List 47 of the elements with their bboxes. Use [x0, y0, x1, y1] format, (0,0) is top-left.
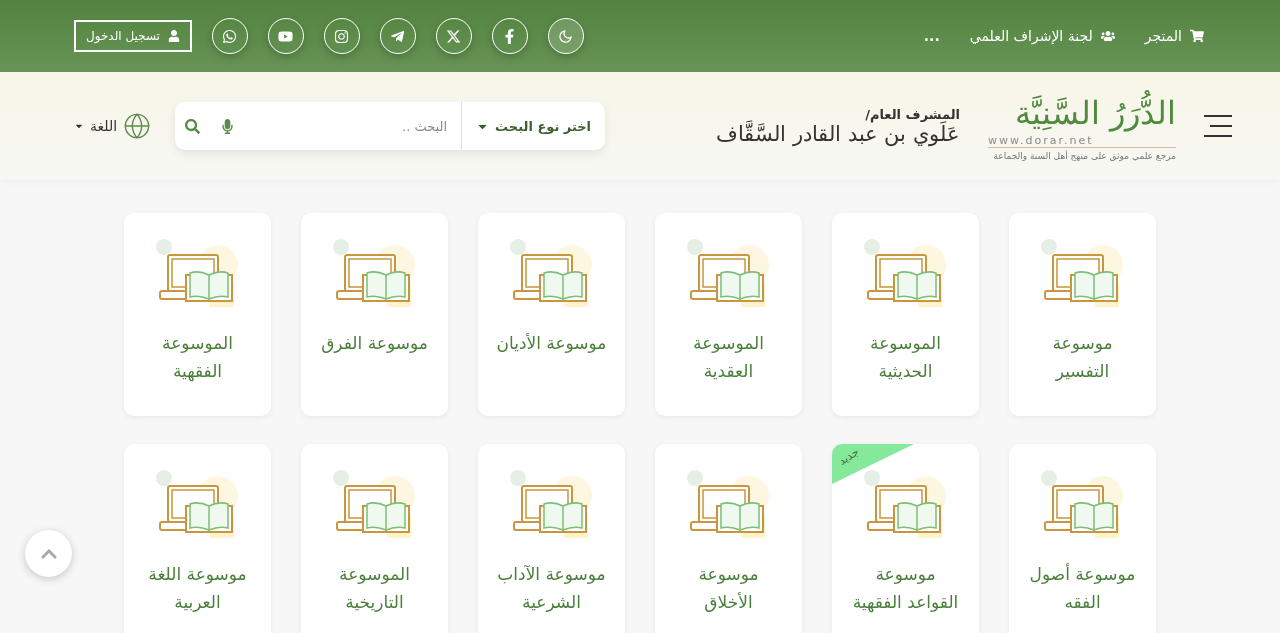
card-title: موسوعة الأخلاق: [697, 563, 760, 614]
encyclopedia-card[interactable]: الموسوعة الفقهية: [124, 213, 271, 416]
card-title: الموسوعة التاريخية: [338, 563, 411, 614]
microphone-icon: [220, 118, 236, 134]
card-title: موسوعة الأديان: [496, 332, 607, 355]
encyclopedia-card[interactable]: موسوعة الأديان: [478, 213, 625, 416]
logo-tagline: مرجع علمي موثق على منهج أهل السنة والجماعة: [993, 150, 1176, 161]
card-title: موسوعة أصول الفقه: [1028, 562, 1137, 614]
new-label: جديد: [836, 445, 862, 468]
committee-link[interactable]: لجنة الإشراف العلمي: [969, 28, 1115, 44]
encyclopedia-card[interactable]: الموسوعة العقدية: [655, 213, 802, 416]
encyclopedia-card[interactable]: موسوعة التفسير: [1009, 213, 1156, 416]
dark-mode-button[interactable]: [547, 18, 584, 54]
card-title: موسوعة التفسير: [1051, 332, 1114, 383]
menu-button[interactable]: [1204, 115, 1232, 137]
supervisor-label: المشرف العام/: [865, 106, 960, 122]
card-title: موسوعة اللغة العربية: [147, 563, 248, 614]
card-title: الموسوعة العقدية: [692, 332, 765, 383]
whatsapp-icon: [222, 28, 238, 44]
store-link[interactable]: المتجر: [1144, 28, 1204, 44]
x-icon: [446, 28, 462, 44]
site-logo: الدُّرَرُ السَّنِيَّة: [1014, 91, 1176, 134]
card-title: موسوعة القواعد الفقهية: [851, 563, 960, 615]
card-title: الموسوعة الحديثية: [869, 332, 942, 383]
search-icon: [185, 118, 201, 134]
encyclopedia-card[interactable]: موسوعة أصول الفقه: [1009, 444, 1156, 633]
moon-icon: [558, 28, 574, 44]
encyclopedia-card[interactable]: موسوعة الآداب الشرعية: [478, 444, 625, 633]
language-dropdown[interactable]: اللغة: [74, 112, 152, 140]
logo-url: www.dorar.net: [988, 133, 1176, 148]
encyclopedia-card[interactable]: الموسوعة الحديثية: [832, 213, 979, 416]
encyclopedia-card[interactable]: موسوعة الأخلاق: [655, 444, 802, 633]
users-icon: [1100, 29, 1115, 43]
card-title: موسوعة الفرق: [321, 332, 428, 355]
card-title: موسوعة الآداب الشرعية: [496, 563, 607, 614]
encyclopedia-card[interactable]: موسوعة الفرق: [301, 213, 448, 416]
encyclopedia-card[interactable]: الموسوعة التاريخية: [301, 444, 448, 633]
more-menu[interactable]: ...: [923, 28, 940, 44]
telegram-icon: [390, 28, 406, 44]
encyclopedia-card[interactable]: موسوعة اللغة العربية: [124, 444, 271, 633]
login-button[interactable]: تسجيل الدخول: [74, 20, 192, 52]
instagram-icon: [334, 28, 350, 44]
globe-icon: [123, 112, 152, 140]
card-title: الموسوعة الفقهية: [161, 332, 234, 384]
cart-icon: [1190, 29, 1204, 43]
encyclopedia-card[interactable]: جديد موسوعة القواعد الفقهية: [832, 444, 979, 633]
user-icon: [167, 30, 180, 42]
